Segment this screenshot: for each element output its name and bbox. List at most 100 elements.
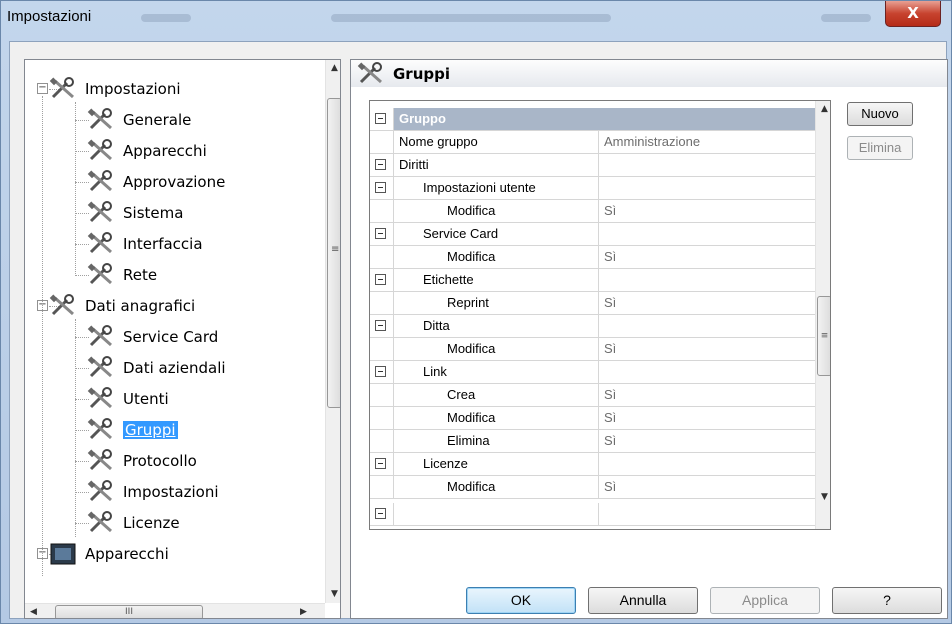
tree-vertical-scrollbar[interactable]: ▲ ≡ ▼	[325, 60, 340, 603]
title-bar[interactable]: Impostazioni X	[1, 1, 952, 41]
tree-item[interactable]: Sistema	[87, 200, 183, 226]
grid-row[interactable]: Modifica Sì	[370, 246, 815, 269]
tree-item-label: Sistema	[123, 204, 184, 222]
tree-item[interactable]: Dati aziendali	[87, 355, 226, 381]
property-value[interactable]: Sì	[599, 246, 815, 268]
property-name: Modifica	[393, 407, 599, 429]
new-button[interactable]: Nuovo	[847, 102, 913, 126]
tree-item-label: Dati anagrafici	[85, 297, 196, 315]
grid-row[interactable]: Reprint Sì	[370, 292, 815, 315]
grid-row[interactable]: Elimina Sì	[370, 430, 815, 453]
tree-item-label: Impostazioni	[85, 80, 181, 98]
tree-collapse-icon[interactable]: −	[37, 83, 48, 94]
tree-item[interactable]: Interfaccia	[87, 231, 203, 257]
tree-item[interactable]: Rete	[87, 262, 157, 288]
property-value[interactable]: Sì	[599, 200, 815, 222]
cancel-button[interactable]: Annulla	[588, 587, 698, 614]
tree-hscroll-thumb[interactable]: III	[55, 605, 203, 618]
property-name: Licenze	[393, 453, 599, 475]
grid-scroll-thumb[interactable]: ≡	[817, 296, 830, 376]
tree-item[interactable]: Apparecchi	[87, 138, 207, 164]
tree-item[interactable]: Utenti	[87, 386, 169, 412]
grid-row[interactable]: Diritti	[370, 154, 815, 177]
property-value[interactable]: Sì	[599, 407, 815, 429]
collapse-icon[interactable]	[375, 159, 386, 170]
collapse-icon[interactable]	[375, 274, 386, 285]
tree-item[interactable]: Service Card	[87, 324, 218, 350]
property-value[interactable]: Sì	[599, 292, 815, 314]
property-value[interactable]: Amministrazione	[599, 131, 815, 153]
collapse-icon[interactable]	[375, 366, 386, 377]
help-button[interactable]: ?	[832, 587, 942, 614]
ok-button[interactable]: OK	[466, 587, 576, 614]
tree-item[interactable]: Approvazione	[87, 169, 225, 195]
property-name: Etichette	[393, 269, 599, 291]
scroll-right-arrow-icon[interactable]: ▶	[295, 604, 312, 618]
grid-row[interactable]: Nome gruppo Amministrazione	[370, 131, 815, 154]
blurred-title-text	[331, 14, 611, 22]
settings-tree[interactable]: − Impostazioni Generale Apparecchi Approvazi…	[24, 59, 341, 619]
property-value[interactable]	[599, 453, 815, 475]
blurred-title-text	[141, 14, 191, 22]
tree-item-label: Utenti	[123, 390, 169, 408]
property-value[interactable]	[599, 154, 815, 176]
grid-row[interactable]: Crea Sì	[370, 384, 815, 407]
grid-row[interactable]: Service Card	[370, 223, 815, 246]
grid-row-partial	[370, 100, 815, 101]
tree-item[interactable]: Protocollo	[87, 448, 197, 474]
tree-vscroll-thumb[interactable]: ≡	[327, 98, 340, 408]
property-grid[interactable]: Gruppo Nome gruppo Amministrazione Diritti I…	[369, 100, 831, 530]
property-value[interactable]	[599, 177, 815, 199]
scroll-up-arrow-icon[interactable]: ▲	[326, 60, 340, 77]
scroll-left-arrow-icon[interactable]: ◀	[25, 604, 42, 618]
property-name: Link	[393, 361, 599, 383]
property-value[interactable]	[599, 269, 815, 291]
tree-item[interactable]: Gruppi	[87, 417, 178, 443]
grid-category-row[interactable]: Gruppo	[370, 108, 815, 131]
window-title: Impostazioni	[7, 8, 92, 25]
grid-row[interactable]: Modifica Sì	[370, 200, 815, 223]
grid-row[interactable]: Ditta	[370, 315, 815, 338]
grid-row[interactable]: Etichette	[370, 269, 815, 292]
scroll-down-arrow-icon[interactable]: ▼	[326, 586, 340, 603]
property-value[interactable]	[599, 223, 815, 245]
grid-row[interactable]: Modifica Sì	[370, 476, 815, 499]
grid-row[interactable]: Link	[370, 361, 815, 384]
scroll-down-arrow-icon[interactable]: ▼	[816, 489, 830, 506]
groups-panel: Gruppi Gruppo Nome gruppo Amministrazione D…	[350, 59, 948, 619]
collapse-icon[interactable]	[375, 320, 386, 331]
tree-item-label: Rete	[123, 266, 158, 284]
tree-item-label: Apparecchi	[123, 142, 207, 160]
tree-item[interactable]: Dati anagrafici	[49, 293, 195, 319]
property-value[interactable]: Sì	[599, 430, 815, 452]
delete-button[interactable]: Elimina	[847, 136, 913, 160]
collapse-icon[interactable]	[375, 113, 386, 124]
property-value[interactable]: Sì	[599, 476, 815, 498]
tools-icon	[49, 294, 79, 318]
grid-row[interactable]: Modifica Sì	[370, 407, 815, 430]
grid-row[interactable]: Modifica Sì	[370, 338, 815, 361]
grid-vertical-scrollbar[interactable]: ▲ ≡ ▼	[815, 101, 830, 529]
property-value[interactable]	[599, 361, 815, 383]
grid-row[interactable]: Impostazioni utente	[370, 177, 815, 200]
tree-item-label: Generale	[123, 111, 192, 129]
collapse-icon[interactable]	[375, 182, 386, 193]
property-value[interactable]: Sì	[599, 384, 815, 406]
tree-item[interactable]: Apparecchi	[49, 541, 169, 567]
grid-row[interactable]: Licenze	[370, 453, 815, 476]
collapse-icon[interactable]	[375, 458, 386, 469]
tree-item[interactable]: Licenze	[87, 510, 180, 536]
property-value[interactable]	[599, 315, 815, 337]
tree-item-label: Service Card	[123, 328, 219, 346]
scroll-up-arrow-icon[interactable]: ▲	[816, 101, 830, 118]
tree-horizontal-scrollbar[interactable]: ◀ III ▶	[25, 603, 325, 618]
tree-item-label: Apparecchi	[85, 545, 169, 563]
tree-item[interactable]: Impostazioni	[49, 76, 181, 102]
apply-button[interactable]: Applica	[710, 587, 820, 614]
property-value[interactable]: Sì	[599, 338, 815, 360]
collapse-icon[interactable]	[375, 228, 386, 239]
collapse-icon[interactable]	[375, 508, 386, 519]
close-button[interactable]: X	[885, 1, 941, 27]
tree-item[interactable]: Generale	[87, 107, 191, 133]
tree-item[interactable]: Impostazioni	[87, 479, 219, 505]
